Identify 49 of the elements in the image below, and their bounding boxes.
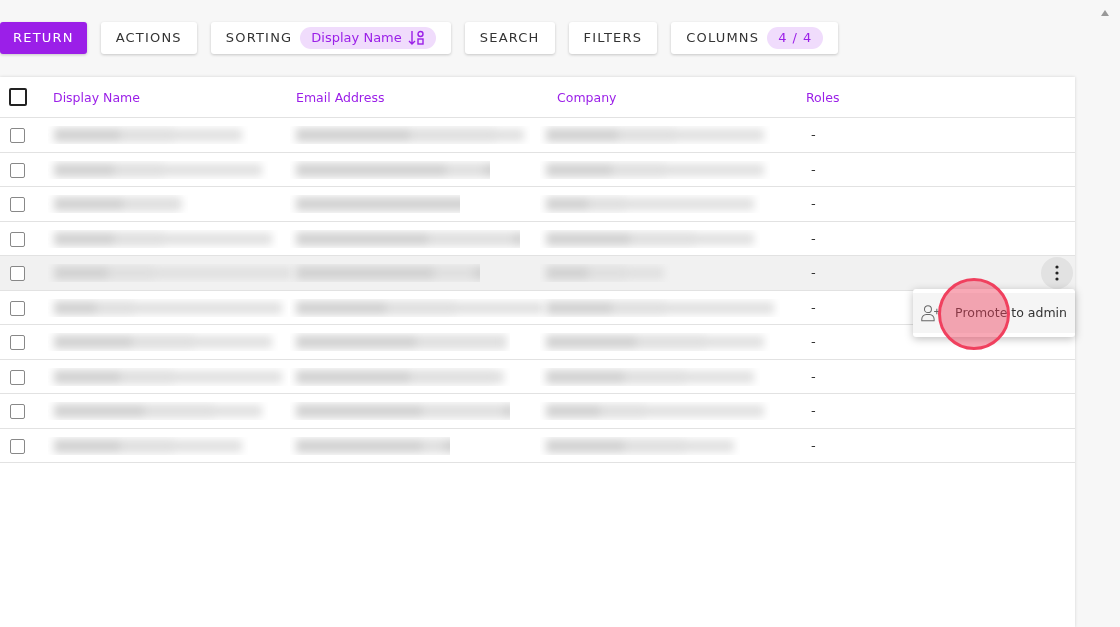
roles-cell-text: - — [811, 402, 816, 420]
table-row[interactable]: - — [0, 118, 1075, 153]
add-user-icon — [921, 302, 942, 324]
checkbox[interactable] — [10, 162, 25, 178]
column-header[interactable]: Email Address — [296, 90, 385, 105]
column-header[interactable]: Display Name — [53, 90, 140, 105]
checkbox[interactable] — [10, 404, 25, 419]
checkbox[interactable] — [10, 128, 25, 143]
table-row[interactable]: - — [0, 152, 1075, 187]
column-header[interactable]: Company — [557, 90, 617, 105]
sort-value: Display Name — [311, 28, 402, 47]
checkbox[interactable] — [10, 335, 25, 350]
table-row[interactable]: - — [0, 428, 1075, 463]
table-row[interactable]: - — [0, 359, 1075, 394]
checkbox[interactable] — [10, 438, 25, 454]
checkbox[interactable] — [10, 266, 25, 281]
roles-cell-text: - — [811, 298, 816, 317]
table-row[interactable]: - — [0, 325, 1075, 360]
roles-cell-text: - — [811, 126, 816, 144]
columns-count: 4 / 4 — [767, 26, 824, 49]
sorting-label: SORTING — [225, 28, 293, 47]
roles-cell-text: - — [811, 160, 816, 179]
table-row[interactable]: - — [0, 221, 1075, 256]
checkbox[interactable] — [10, 231, 25, 247]
checkbox[interactable] — [10, 197, 25, 212]
roles-cell-text: - — [811, 367, 816, 386]
checkbox[interactable] — [10, 300, 25, 316]
checkbox[interactable] — [10, 369, 25, 385]
roles-cell-text: - — [811, 195, 816, 213]
sorting-button[interactable]: SORTING Display Name — [210, 21, 451, 54]
menu-item[interactable]: Promote to admin — [913, 293, 1075, 333]
more-vertical-icon — [1055, 265, 1059, 281]
table-row[interactable]: - — [0, 256, 1075, 291]
return-button[interactable]: RETURN — [0, 21, 87, 54]
actions-button[interactable]: ACTIONS — [100, 21, 197, 54]
table-row[interactable]: - — [0, 187, 1075, 222]
column-header[interactable]: Roles — [806, 90, 840, 105]
sort-descending-icon — [407, 29, 425, 46]
roles-cell-text: - — [811, 333, 816, 351]
columns-button[interactable]: COLUMNS 4 / 4 — [671, 21, 839, 54]
filters-button[interactable]: FILTERS — [568, 21, 658, 54]
checkbox[interactable] — [9, 88, 27, 106]
more-options-button[interactable] — [1041, 257, 1073, 289]
roles-cell-text: - — [811, 436, 816, 455]
table-row[interactable]: - — [0, 394, 1075, 429]
roles-cell-text: - — [811, 229, 816, 248]
roles-cell-text: - — [811, 264, 816, 282]
search-button[interactable]: SEARCH — [464, 21, 555, 54]
columns-label: COLUMNS — [686, 28, 760, 47]
